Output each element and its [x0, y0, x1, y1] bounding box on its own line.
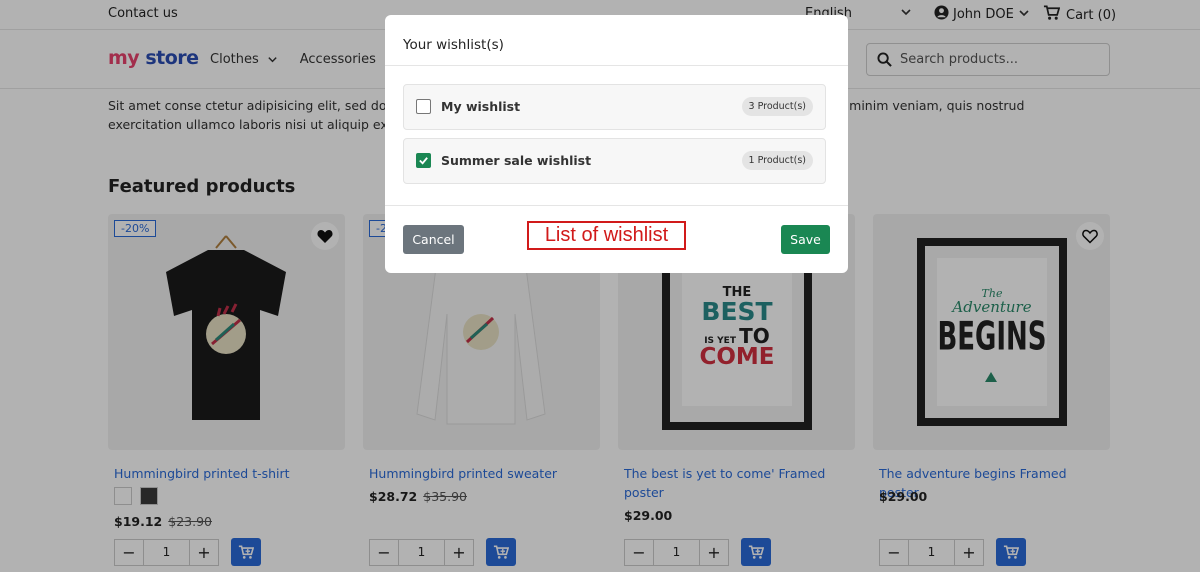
cancel-button[interactable]: Cancel — [403, 225, 464, 254]
divider — [385, 205, 848, 206]
wishlist-checkbox[interactable] — [416, 153, 431, 168]
wishlist-name: Summer sale wishlist — [441, 153, 591, 168]
divider — [385, 65, 848, 66]
checkmark-icon — [418, 155, 429, 166]
wishlist-name: My wishlist — [441, 99, 520, 114]
annotation-label: List of wishlist — [527, 221, 686, 250]
wishlist-checkbox[interactable] — [416, 99, 431, 114]
modal-title: Your wishlist(s) — [403, 37, 504, 53]
save-button[interactable]: Save — [781, 225, 830, 254]
wishlist-item[interactable]: Summer sale wishlist 1 Product(s) — [403, 138, 826, 184]
wishlist-modal: Your wishlist(s) My wishlist 3 Product(s… — [385, 15, 848, 273]
wishlist-count-badge: 3 Product(s) — [742, 97, 814, 116]
wishlist-item[interactable]: My wishlist 3 Product(s) — [403, 84, 826, 130]
wishlist-count-badge: 1 Product(s) — [742, 151, 814, 170]
